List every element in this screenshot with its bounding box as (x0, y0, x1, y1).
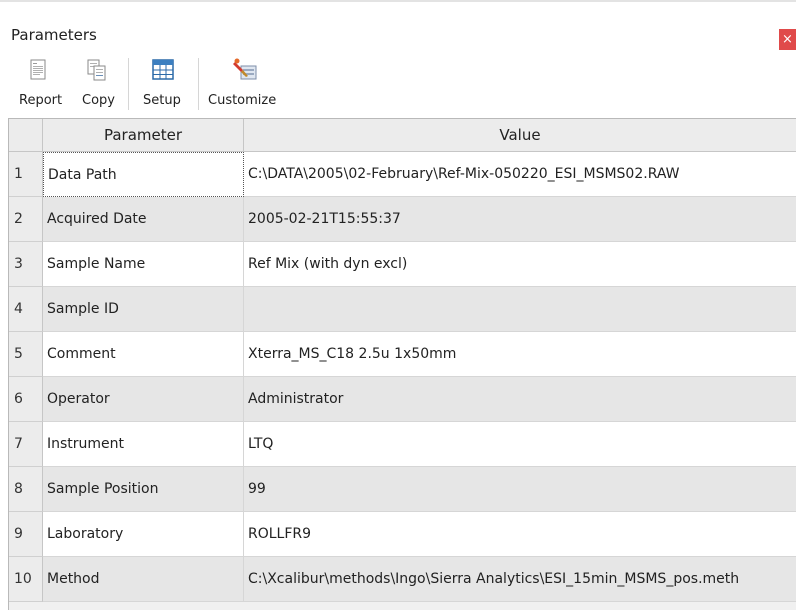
value-cell[interactable]: ROLLFR9 (244, 512, 796, 557)
table-row[interactable]: 3 Sample Name Ref Mix (with dyn excl) (9, 242, 796, 287)
table-row[interactable]: 4 Sample ID (9, 287, 796, 332)
table-row[interactable]: 1 Data Path C:\DATA\2005\02-February\Ref… (9, 152, 796, 197)
customize-icon (232, 58, 258, 86)
row-number[interactable]: 10 (9, 557, 43, 602)
setup-label: Setup (143, 93, 181, 108)
parameter-cell[interactable]: Sample ID (43, 287, 244, 332)
parameter-cell[interactable]: Laboratory (43, 512, 244, 557)
value-cell[interactable]: Ref Mix (with dyn excl) (244, 242, 796, 287)
report-label: Report (19, 93, 63, 108)
parameter-cell[interactable]: Operator (43, 377, 244, 422)
parameter-cell[interactable]: Comment (43, 332, 244, 377)
parameter-cell[interactable]: Sample Position (43, 467, 244, 512)
value-column-header[interactable]: Value (244, 119, 796, 151)
parameter-column-header[interactable]: Parameter (43, 119, 244, 151)
value-cell[interactable]: C:\Xcalibur\methods\Ingo\Sierra Analytic… (244, 557, 796, 602)
table-row[interactable]: 6 Operator Administrator (9, 377, 796, 422)
row-number[interactable]: 4 (9, 287, 43, 332)
value-cell[interactable] (244, 287, 796, 332)
row-number[interactable]: 7 (9, 422, 43, 467)
row-number[interactable]: 1 (9, 152, 43, 197)
toolbar-separator (128, 58, 129, 110)
title-bar: Parameters × (0, 2, 796, 51)
row-number[interactable]: 9 (9, 512, 43, 557)
table-row[interactable]: 7 Instrument LTQ (9, 422, 796, 467)
value-cell[interactable]: 2005-02-21T15:55:37 (244, 197, 796, 242)
copy-label: Copy (82, 93, 115, 108)
parameter-cell[interactable]: Method (43, 557, 244, 602)
window-title: Parameters (11, 26, 97, 44)
toolbar-separator (198, 58, 199, 110)
table-header: Parameter Value (9, 119, 796, 152)
parameter-cell[interactable]: Acquired Date (43, 197, 244, 242)
parameter-cell[interactable]: Instrument (43, 422, 244, 467)
value-cell[interactable]: C:\DATA\2005\02-February\Ref-Mix-050220_… (244, 152, 796, 197)
row-number[interactable]: 8 (9, 467, 43, 512)
row-number[interactable]: 6 (9, 377, 43, 422)
copy-button[interactable]: Copy (74, 50, 120, 113)
setup-button[interactable]: Setup (136, 50, 192, 113)
value-cell[interactable]: LTQ (244, 422, 796, 467)
table-row[interactable]: 5 Comment Xterra_MS_C18 2.5u 1x50mm (9, 332, 796, 377)
corner-header-cell[interactable] (9, 119, 43, 151)
table-row[interactable]: 8 Sample Position 99 (9, 467, 796, 512)
customize-button[interactable]: Customize (206, 50, 286, 113)
parameters-table: Parameter Value 1 Data Path C:\DATA\2005… (8, 118, 796, 610)
value-cell[interactable]: Xterra_MS_C18 2.5u 1x50mm (244, 332, 796, 377)
row-number[interactable]: 3 (9, 242, 43, 287)
table-row[interactable]: 9 Laboratory ROLLFR9 (9, 512, 796, 557)
table-row[interactable]: 2 Acquired Date 2005-02-21T15:55:37 (9, 197, 796, 242)
row-number[interactable]: 5 (9, 332, 43, 377)
report-button[interactable]: Report (14, 50, 66, 113)
value-cell[interactable]: 99 (244, 467, 796, 512)
customize-label: Customize (208, 93, 277, 108)
parameter-cell[interactable]: Sample Name (43, 242, 244, 287)
table-row[interactable]: 10 Method C:\Xcalibur\methods\Ingo\Sierr… (9, 557, 796, 602)
close-button[interactable]: × (779, 29, 796, 51)
parameter-cell[interactable]: Data Path (43, 152, 244, 197)
report-icon (28, 58, 48, 86)
row-number[interactable]: 2 (9, 197, 43, 242)
value-cell[interactable]: Administrator (244, 377, 796, 422)
copy-icon (86, 58, 108, 86)
setup-icon (151, 58, 175, 86)
parameters-window: Parameters × Report Copy Setup Customize… (0, 0, 796, 610)
toolbar: Report Copy Setup Customize (0, 50, 796, 113)
